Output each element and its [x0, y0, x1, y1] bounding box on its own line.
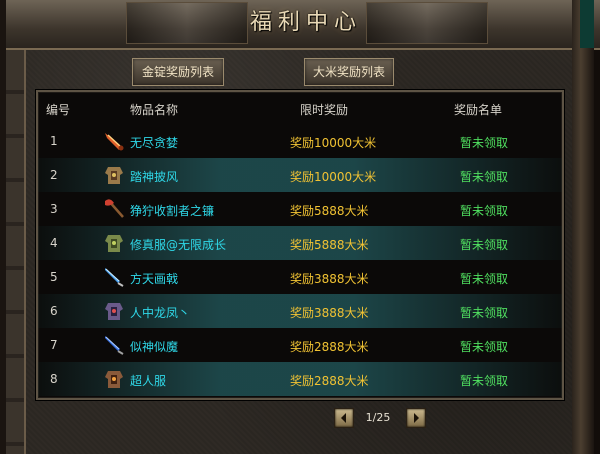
- armor-icon: [102, 163, 126, 187]
- title-bar: 福利中心: [6, 0, 600, 50]
- claim-status: 暂未领取: [460, 136, 509, 150]
- window-title: 福利中心: [249, 10, 362, 35]
- page-indicator: 1/25: [365, 411, 391, 424]
- item-name: 狰狞收割者之镰: [130, 204, 215, 218]
- reward-table: 编号 物品名称 限时奖励 奖励名单 1 无尽贪婪 奖励10000大米 暂未领取 …: [36, 90, 564, 400]
- reward-tabs: 金锭奖励列表 大米奖励列表: [6, 58, 600, 86]
- row-number: 1: [50, 134, 58, 148]
- chevron-right-icon: [414, 413, 419, 423]
- item-name: 修真服@无限成长: [130, 238, 227, 252]
- left-side-strip: [6, 50, 26, 454]
- welfare-window: 福利中心 金锭奖励列表 大米奖励列表 编号 物品名称 限时奖励 奖励名单 1 无…: [0, 0, 600, 454]
- armor-icon: [102, 231, 126, 255]
- reward-amount: 奖励3888大米: [290, 272, 369, 286]
- table-header: 编号 物品名称 限时奖励 奖励名单: [38, 92, 562, 124]
- header-limited-reward: 限时奖励: [300, 103, 349, 117]
- table-row[interactable]: 6 人中龙凤丶 奖励3888大米 暂未领取: [38, 294, 562, 328]
- item-name: 无尽贪婪: [130, 136, 179, 150]
- table-row[interactable]: 1 无尽贪婪 奖励10000大米 暂未领取: [38, 124, 562, 158]
- claim-status: 暂未领取: [460, 238, 509, 252]
- flame-blade-icon: [102, 129, 126, 153]
- item-name: 超人服: [130, 374, 167, 388]
- tab-rice-rewards[interactable]: 大米奖励列表: [304, 58, 394, 86]
- armor-icon: [102, 367, 126, 391]
- chevron-left-icon: [341, 413, 346, 423]
- table-row[interactable]: 4 修真服@无限成长 奖励5888大米 暂未领取: [38, 226, 562, 260]
- row-number: 3: [50, 202, 58, 216]
- table-row[interactable]: 7 似神似魔 奖励2888大米 暂未领取: [38, 328, 562, 362]
- row-number: 4: [50, 236, 58, 250]
- row-number: 5: [50, 270, 58, 284]
- header-number: 编号: [46, 103, 71, 117]
- header-item-name: 物品名称: [130, 103, 179, 117]
- row-number: 8: [50, 372, 58, 386]
- item-name: 似神似魔: [130, 340, 179, 354]
- table-row[interactable]: 3 狰狞收割者之镰 奖励5888大米 暂未领取: [38, 192, 562, 226]
- table-row[interactable]: 8 超人服 奖励2888大米 暂未领取: [38, 362, 562, 396]
- row-number: 6: [50, 304, 58, 318]
- claim-status: 暂未领取: [460, 306, 509, 320]
- blue-sword-icon: [102, 333, 126, 357]
- claim-status: 暂未领取: [460, 340, 509, 354]
- reward-amount: 奖励2888大米: [290, 340, 369, 354]
- item-name: 人中龙凤丶: [130, 306, 191, 320]
- table-row[interactable]: 5 方天画戟 奖励3888大米 暂未领取: [38, 260, 562, 294]
- right-side-decoration: [580, 0, 594, 48]
- reward-amount: 奖励2888大米: [290, 374, 369, 388]
- claim-status: 暂未领取: [460, 204, 509, 218]
- claim-status: 暂未领取: [460, 272, 509, 286]
- row-number: 2: [50, 168, 58, 182]
- row-number: 7: [50, 338, 58, 352]
- blue-sword-icon: [102, 265, 126, 289]
- claim-status: 暂未领取: [460, 170, 509, 184]
- header-reward-list: 奖励名单: [454, 103, 503, 117]
- axe-icon: [102, 197, 126, 221]
- next-page-button[interactable]: [406, 408, 426, 428]
- claim-status: 暂未领取: [460, 374, 509, 388]
- item-name: 方天画戟: [130, 272, 179, 286]
- reward-amount: 奖励10000大米: [290, 136, 377, 150]
- reward-amount: 奖励3888大米: [290, 306, 369, 320]
- tab-gold-ingot-rewards[interactable]: 金锭奖励列表: [132, 58, 224, 86]
- item-name: 踏神披风: [130, 170, 179, 184]
- pagination: 1/25: [6, 408, 600, 430]
- reward-amount: 奖励5888大米: [290, 204, 369, 218]
- reward-amount: 奖励10000大米: [290, 170, 377, 184]
- reward-amount: 奖励5888大米: [290, 238, 369, 252]
- prev-page-button[interactable]: [334, 408, 354, 428]
- armor-icon: [102, 299, 126, 323]
- table-row[interactable]: 2 踏神披风 奖励10000大米 暂未领取: [38, 158, 562, 192]
